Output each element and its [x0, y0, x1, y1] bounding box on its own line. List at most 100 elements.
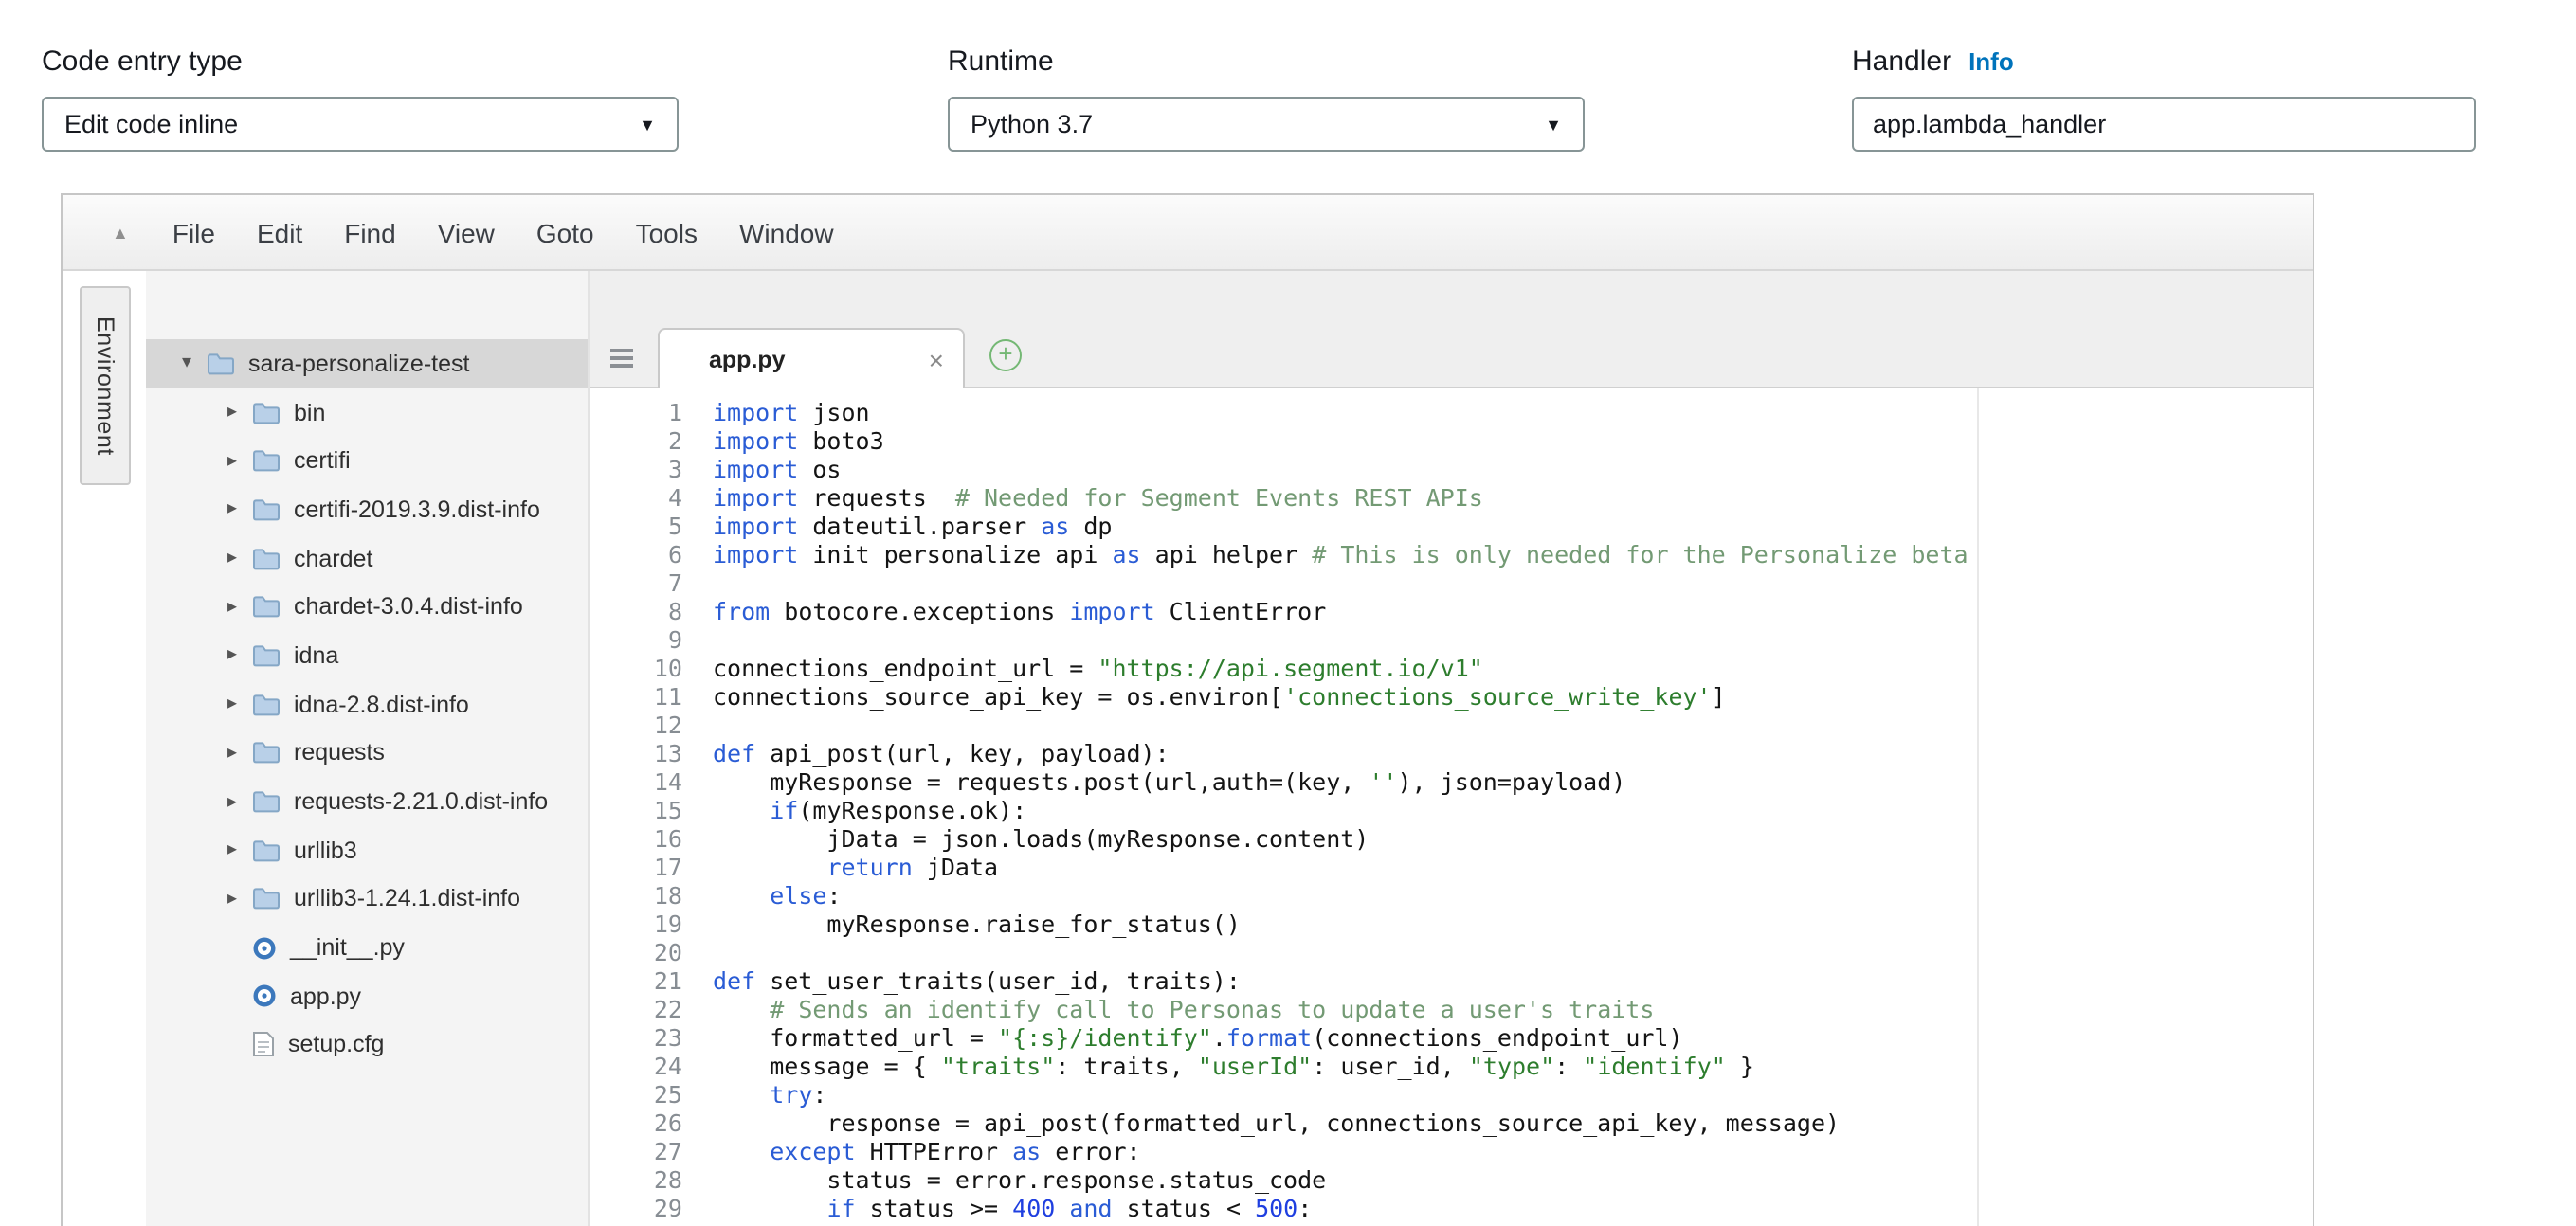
- code-line[interactable]: if status >= 400 and status < 500:: [713, 1194, 1968, 1222]
- code-line[interactable]: import init_personalize_api as api_helpe…: [713, 540, 1968, 568]
- tree-folder[interactable]: ▸chardet-3.0.4.dist-info: [146, 583, 588, 631]
- code-line[interactable]: try:: [713, 1080, 1968, 1109]
- tree-folder[interactable]: ▸idna: [146, 631, 588, 679]
- code-line[interactable]: connections_endpoint_url = "https://api.…: [713, 654, 1968, 682]
- chevron-collapsed-icon: ▸: [227, 499, 252, 520]
- line-number[interactable]: 7: [590, 568, 682, 597]
- menu-view[interactable]: View: [417, 217, 516, 247]
- line-number[interactable]: 3: [590, 455, 682, 483]
- code-area[interactable]: 1234567891011121314151617181920212223242…: [590, 388, 2313, 1226]
- tree-root-folder[interactable]: ▾ sara-personalize-test: [146, 339, 588, 388]
- line-number[interactable]: 12: [590, 711, 682, 739]
- tree-folder[interactable]: ▸requests: [146, 729, 588, 777]
- tree-folder[interactable]: ▸idna-2.8.dist-info: [146, 680, 588, 729]
- line-number[interactable]: 18: [590, 881, 682, 910]
- line-number[interactable]: 24: [590, 1052, 682, 1080]
- code-line[interactable]: import boto3: [713, 426, 1968, 455]
- code-line[interactable]: formatted_url = "{:s}/identify".format(c…: [713, 1023, 1968, 1052]
- chevron-collapsed-icon: ▸: [227, 597, 252, 618]
- code-line[interactable]: except HTTPError as error:: [713, 1137, 1968, 1165]
- line-number[interactable]: 28: [590, 1165, 682, 1194]
- line-number[interactable]: 5: [590, 512, 682, 540]
- line-number[interactable]: 21: [590, 966, 682, 995]
- code-line[interactable]: # Sends an identify call to Personas to …: [713, 995, 1968, 1023]
- line-number[interactable]: 16: [590, 824, 682, 853]
- menu-edit[interactable]: Edit: [236, 217, 323, 247]
- tree-folder[interactable]: ▸certifi-2019.3.9.dist-info: [146, 485, 588, 533]
- folder-icon: [252, 790, 281, 813]
- code-line[interactable]: import json: [713, 398, 1968, 426]
- handler-info-link[interactable]: Info: [1968, 47, 2014, 76]
- tab-list-icon[interactable]: [608, 345, 639, 371]
- code-line[interactable]: myResponse.raise_for_status(): [713, 910, 1968, 938]
- code-line[interactable]: def api_post(url, key, payload):: [713, 739, 1968, 767]
- code-line[interactable]: connections_source_api_key = os.environ[…: [713, 682, 1968, 711]
- line-number[interactable]: 19: [590, 910, 682, 938]
- tree-folder[interactable]: ▸chardet: [146, 534, 588, 583]
- code-line[interactable]: import os: [713, 455, 1968, 483]
- menu-file[interactable]: File: [152, 217, 236, 247]
- code-line[interactable]: [713, 938, 1968, 966]
- environment-tab[interactable]: Environment: [80, 286, 131, 486]
- code-line[interactable]: [713, 568, 1968, 597]
- line-number[interactable]: 20: [590, 938, 682, 966]
- code-line[interactable]: myResponse = requests.post(url,auth=(key…: [713, 767, 1968, 796]
- line-number[interactable]: 2: [590, 426, 682, 455]
- tab-app-py[interactable]: app.py ×: [658, 328, 965, 388]
- code-content[interactable]: import jsonimport boto3import osimport r…: [707, 398, 1968, 1226]
- tree-folder[interactable]: ▸requests-2.21.0.dist-info: [146, 777, 588, 825]
- code-entry-type-select[interactable]: Edit code inline ▼: [42, 97, 679, 152]
- tree-folder[interactable]: ▸bin: [146, 388, 588, 436]
- code-line[interactable]: response = api_post(formatted_url, conne…: [713, 1109, 1968, 1137]
- line-number[interactable]: 14: [590, 767, 682, 796]
- handler-input[interactable]: [1852, 97, 2476, 152]
- environment-tab-label: Environment: [92, 316, 118, 456]
- tree-file-label: app.py: [290, 983, 361, 1010]
- menu-window[interactable]: Window: [718, 217, 855, 247]
- code-line[interactable]: message = { "traits": traits, "userId": …: [713, 1052, 1968, 1080]
- code-line[interactable]: if(myResponse.ok):: [713, 796, 1968, 824]
- line-number[interactable]: 11: [590, 682, 682, 711]
- menu-find[interactable]: Find: [323, 217, 416, 247]
- tree-folder[interactable]: ▸certifi: [146, 437, 588, 485]
- code-editor: ▲ FileEditFindViewGotoToolsWindow Enviro…: [61, 193, 2314, 1226]
- code-line[interactable]: status = error.response.status_code: [713, 1165, 1968, 1194]
- code-line[interactable]: jData = json.loads(myResponse.content): [713, 824, 1968, 853]
- tree-file[interactable]: __init__.py: [146, 924, 588, 972]
- line-number[interactable]: 26: [590, 1109, 682, 1137]
- close-tab-icon[interactable]: ×: [929, 344, 944, 374]
- menu-goto[interactable]: Goto: [516, 217, 615, 247]
- line-number[interactable]: 10: [590, 654, 682, 682]
- runtime-select[interactable]: Python 3.7 ▼: [948, 97, 1585, 152]
- line-number[interactable]: 29: [590, 1194, 682, 1222]
- line-number[interactable]: 17: [590, 853, 682, 881]
- code-line[interactable]: return jData: [713, 853, 1968, 881]
- line-number-gutter[interactable]: 1234567891011121314151617181920212223242…: [590, 398, 707, 1226]
- line-number[interactable]: 27: [590, 1137, 682, 1165]
- tree-folder[interactable]: ▸urllib3-1.24.1.dist-info: [146, 874, 588, 923]
- code-line[interactable]: [713, 711, 1968, 739]
- tree-file[interactable]: app.py: [146, 972, 588, 1020]
- line-number[interactable]: 23: [590, 1023, 682, 1052]
- line-number[interactable]: 4: [590, 483, 682, 512]
- code-line[interactable]: from botocore.exceptions import ClientEr…: [713, 597, 1968, 625]
- line-number[interactable]: 25: [590, 1080, 682, 1109]
- code-line[interactable]: import requests # Needed for Segment Eve…: [713, 483, 1968, 512]
- chevron-collapsed-icon: ▸: [227, 694, 252, 714]
- collapse-editor-icon[interactable]: ▲: [112, 223, 129, 242]
- line-number[interactable]: 13: [590, 739, 682, 767]
- line-number[interactable]: 22: [590, 995, 682, 1023]
- code-line[interactable]: [713, 625, 1968, 654]
- line-number[interactable]: 9: [590, 625, 682, 654]
- tree-folder[interactable]: ▸urllib3: [146, 826, 588, 874]
- code-line[interactable]: def set_user_traits(user_id, traits):: [713, 966, 1968, 995]
- menu-tools[interactable]: Tools: [615, 217, 718, 247]
- line-number[interactable]: 6: [590, 540, 682, 568]
- line-number[interactable]: 1: [590, 398, 682, 426]
- line-number[interactable]: 15: [590, 796, 682, 824]
- code-line[interactable]: else:: [713, 881, 1968, 910]
- tree-file[interactable]: setup.cfg: [146, 1020, 588, 1069]
- line-number[interactable]: 8: [590, 597, 682, 625]
- new-tab-button[interactable]: +: [989, 339, 1022, 371]
- code-line[interactable]: import dateutil.parser as dp: [713, 512, 1968, 540]
